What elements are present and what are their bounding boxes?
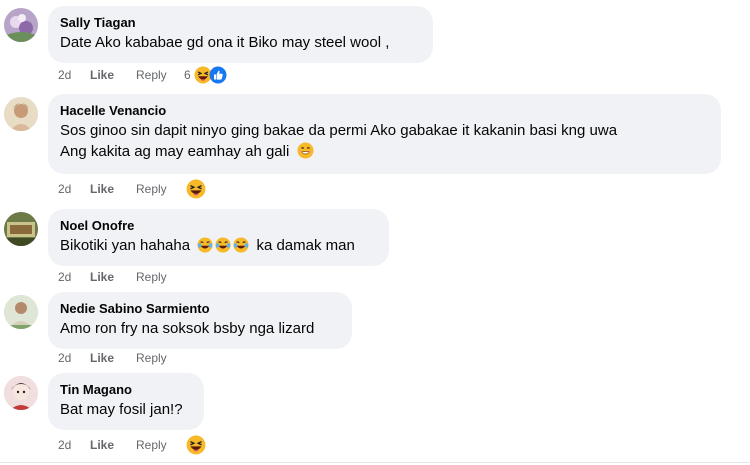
comment-text: Amo ron fry na soksok bsby nga lizard xyxy=(60,320,315,337)
comment-time[interactable]: 2d xyxy=(58,351,90,365)
reply-button[interactable]: Reply xyxy=(136,182,180,196)
comment-text-row: Bikotiki yan hahaha ka damak man xyxy=(60,236,377,256)
reaction-summary[interactable]: 6 xyxy=(184,66,227,84)
comment-time[interactable]: 2d xyxy=(58,68,90,82)
reaction-summary[interactable] xyxy=(186,179,206,199)
comment-text-line1: Sos ginoo sin dapit ninyo ging bakae da … xyxy=(60,122,618,139)
laugh-cry-emoji-icon xyxy=(233,237,250,253)
like-button[interactable]: Like xyxy=(90,68,136,82)
avatar[interactable] xyxy=(4,212,38,246)
comment-author[interactable]: Hacelle Venancio xyxy=(60,102,709,119)
comment-text-after: ka damak man xyxy=(256,237,355,254)
comment-bubble: Nedie Sabino Sarmiento Amo ron fry na so… xyxy=(48,292,352,349)
haha-icon xyxy=(186,179,206,199)
smile-emoji-icon xyxy=(297,142,315,159)
comment-bubble: Sally Tiagan Date Ako kababae gd ona it … xyxy=(48,6,433,63)
comment-bubble: Tin Magano Bat may fosil jan!? xyxy=(48,373,204,430)
comment-text: Bat may fosil jan!? xyxy=(60,401,183,418)
comment-time[interactable]: 2d xyxy=(58,438,90,452)
reaction-summary[interactable] xyxy=(186,435,206,455)
comment-actions: 2d Like Reply 6 xyxy=(58,65,227,85)
like-button[interactable]: Like xyxy=(90,270,136,284)
avatar[interactable] xyxy=(4,97,38,131)
avatar[interactable] xyxy=(4,376,38,410)
reply-button[interactable]: Reply xyxy=(136,68,180,82)
comment-author[interactable]: Nedie Sabino Sarmiento xyxy=(60,300,340,317)
comment-actions: 2d Like Reply xyxy=(58,435,206,455)
laugh-cry-emoji-icon xyxy=(197,237,214,253)
divider xyxy=(0,462,750,463)
comment-text-line2: Ang kakita ag may eamhay ah gali xyxy=(60,143,290,160)
comment-text-before: Bikotiki yan hahaha xyxy=(60,237,191,254)
comment-time[interactable]: 2d xyxy=(58,182,90,196)
like-icon xyxy=(209,66,227,84)
avatar[interactable] xyxy=(4,295,38,329)
reply-button[interactable]: Reply xyxy=(136,438,180,452)
comment-author[interactable]: Tin Magano xyxy=(60,381,192,398)
haha-icon xyxy=(186,435,206,455)
comment-actions: 2d Like Reply xyxy=(58,348,180,368)
comment-actions: 2d Like Reply xyxy=(58,267,180,287)
reply-button[interactable]: Reply xyxy=(136,270,180,284)
comment-bubble: Hacelle Venancio Sos ginoo sin dapit nin… xyxy=(48,94,721,174)
avatar[interactable] xyxy=(4,8,38,42)
like-button[interactable]: Like xyxy=(90,351,136,365)
like-button[interactable]: Like xyxy=(90,182,136,196)
comment-time[interactable]: 2d xyxy=(58,270,90,284)
reply-button[interactable]: Reply xyxy=(136,351,180,365)
comment-bubble: Noel Onofre Bikotiki yan hahaha ka damak… xyxy=(48,209,389,266)
laugh-cry-emoji-icon xyxy=(215,237,232,253)
comment-text-line2-row: Ang kakita ag may eamhay ah gali xyxy=(60,142,709,162)
reaction-count: 6 xyxy=(184,68,191,82)
comment-text: Date Ako kababae gd ona it Biko may stee… xyxy=(60,34,390,51)
comment-author[interactable]: Sally Tiagan xyxy=(60,14,421,31)
comment-author[interactable]: Noel Onofre xyxy=(60,217,377,234)
like-button[interactable]: Like xyxy=(90,438,136,452)
comment-actions: 2d Like Reply xyxy=(58,179,206,199)
